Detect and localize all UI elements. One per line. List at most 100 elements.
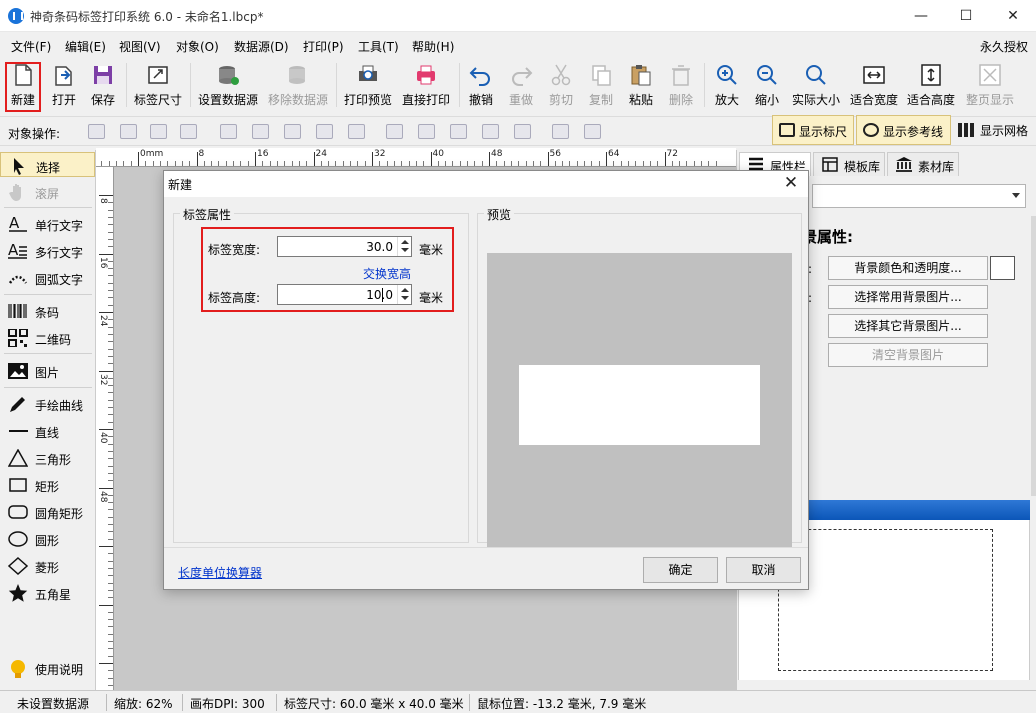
barcode-icon [8, 302, 28, 320]
clear-background-button[interactable]: 清空背景图片 [828, 343, 988, 367]
status-label-size: 标签尺寸: 60.0 毫米 x 40.0 毫米 [284, 697, 464, 711]
tool-line[interactable]: 直线 [0, 418, 95, 443]
bring-to-front-icon[interactable] [88, 124, 105, 139]
copy-button[interactable]: 复制 [586, 59, 616, 111]
dialog-close-icon[interactable]: ✕ [780, 172, 802, 194]
tool-select[interactable]: 选择 [0, 152, 95, 177]
status-divider [106, 694, 107, 711]
cut-button[interactable]: 剪切 [546, 59, 576, 111]
direct-print-button[interactable]: 直接打印 [401, 59, 451, 111]
background-color-swatch[interactable] [990, 256, 1015, 280]
paste-button[interactable]: 粘贴 [626, 59, 656, 111]
main-toolbar: 新建 打开 保存 标签尺寸 设置数据源 移除数据源 打印预览 直接打印 撤销 重… [0, 59, 1036, 113]
delete-button[interactable]: 删除 [666, 59, 696, 111]
object-select-dropdown[interactable] [812, 184, 1026, 208]
distribute-horizontal-icon[interactable] [316, 124, 333, 139]
tab-templates[interactable]: 模板库 [813, 152, 885, 176]
show-guides-toggle[interactable]: 显示参考线 [856, 115, 951, 145]
align-left-icon[interactable] [220, 124, 237, 139]
ruler-tick [174, 161, 176, 166]
menu-print[interactable]: 打印(P) [303, 38, 344, 55]
send-backward-icon[interactable] [150, 124, 167, 139]
menu-tools[interactable]: 工具(T) [358, 38, 399, 55]
full-page-button[interactable]: 整页显示 [964, 59, 1016, 111]
ruler-tick [430, 152, 432, 166]
save-button[interactable]: 保存 [88, 59, 118, 111]
show-ruler-toggle[interactable]: 显示标尺 [772, 115, 854, 145]
tool-freehand[interactable]: 手绘曲线 [0, 391, 95, 416]
fit-width-button[interactable]: 适合宽度 [849, 59, 899, 111]
status-divider [469, 694, 470, 711]
align-center-icon[interactable] [252, 124, 269, 139]
height-input[interactable]: 10.0 [277, 284, 412, 305]
ruler-tick [606, 152, 607, 166]
ruler-tick [379, 161, 381, 166]
equal-spacing-horizontal-icon[interactable] [348, 124, 365, 139]
set-datasource-button[interactable]: 设置数据源 [197, 59, 259, 111]
common-background-button[interactable]: 选择常用背景图片... [828, 285, 988, 309]
tool-qrcode[interactable]: 二维码 [0, 325, 95, 350]
undo-button[interactable]: 撤销 [466, 59, 496, 111]
tool-multi-line-text[interactable]: A 多行文字 [0, 238, 95, 263]
show-grid-toggle[interactable]: 显示网格 [956, 115, 1028, 145]
menu-edit[interactable]: 编辑(E) [65, 38, 106, 55]
print-preview-button[interactable]: 打印预览 [343, 59, 393, 111]
menu-file[interactable]: 文件(F) [11, 38, 51, 55]
redo-button[interactable]: 重做 [506, 59, 536, 111]
panel-scrollbar[interactable] [1031, 216, 1036, 496]
width-input[interactable]: 30.0 [277, 236, 412, 257]
tool-ellipse[interactable]: 圆形 [0, 526, 95, 551]
tool-diamond[interactable]: 菱形 [0, 553, 95, 578]
tool-scroll[interactable]: 滚屏 [0, 179, 95, 204]
tool-single-line-text[interactable]: A 单行文字 [0, 211, 95, 236]
align-top-icon[interactable] [386, 124, 403, 139]
tool-rectangle[interactable]: 矩形 [0, 472, 95, 497]
zoom-in-button[interactable]: 放大 [712, 59, 742, 111]
menu-view[interactable]: 视图(V) [119, 38, 161, 55]
remove-datasource-button[interactable]: 移除数据源 [267, 59, 329, 111]
close-window-button[interactable]: ✕ [990, 0, 1036, 32]
align-right-icon[interactable] [284, 124, 301, 139]
menu-help[interactable]: 帮助(H) [412, 38, 454, 55]
ruler-tick [130, 161, 132, 166]
zoom-out-button[interactable]: 缩小 [752, 59, 782, 111]
background-color-button[interactable]: 背景颜色和透明度... [828, 256, 988, 280]
ungroup-icon[interactable] [584, 124, 601, 139]
bring-forward-icon[interactable] [120, 124, 137, 139]
label-size-button[interactable]: 标签尺寸 [133, 59, 183, 111]
tool-arc-text[interactable]: 圆弧文字 [0, 265, 95, 290]
other-background-button[interactable]: 选择其它背景图片... [828, 314, 988, 338]
send-to-back-icon[interactable] [180, 124, 197, 139]
swap-width-height-link[interactable]: 交换宽高 [363, 265, 411, 282]
equal-spacing-vertical-icon[interactable] [514, 124, 531, 139]
spin-down-icon [401, 248, 409, 252]
menu-datasource[interactable]: 数据源(D) [234, 38, 289, 55]
tab-materials[interactable]: 素材库 [887, 152, 959, 176]
tool-freehand-label: 手绘曲线 [35, 399, 84, 413]
lightbulb-icon [8, 659, 28, 678]
width-stepper[interactable] [397, 237, 411, 256]
tool-rounded-rectangle[interactable]: 圆角矩形 [0, 499, 95, 524]
menu-object[interactable]: 对象(O) [176, 38, 219, 55]
unit-converter-link[interactable]: 长度单位换算器 [178, 564, 262, 581]
tool-triangle[interactable]: 三角形 [0, 445, 95, 470]
minimize-button[interactable]: — [898, 0, 944, 32]
actual-size-button[interactable]: 实际大小 [790, 59, 842, 111]
align-bottom-icon[interactable] [450, 124, 467, 139]
distribute-vertical-icon[interactable] [482, 124, 499, 139]
fit-height-button[interactable]: 适合高度 [906, 59, 956, 111]
align-middle-icon[interactable] [418, 124, 435, 139]
ruler-tick [679, 161, 681, 166]
maximize-button[interactable]: ☐ [943, 0, 989, 32]
group-icon[interactable] [552, 124, 569, 139]
tool-barcode[interactable]: 条码 [0, 298, 95, 323]
ruler-tick [686, 161, 688, 166]
help-guide-button[interactable]: 使用说明 [0, 655, 95, 680]
tool-star[interactable]: 五角星 [0, 580, 95, 605]
height-stepper[interactable] [397, 285, 411, 304]
open-button[interactable]: 打开 [49, 59, 79, 111]
cancel-button[interactable]: 取消 [726, 557, 801, 583]
ok-button[interactable]: 确定 [643, 557, 718, 583]
tool-image-label: 图片 [35, 366, 60, 380]
tool-image[interactable]: 图片 [0, 358, 95, 383]
